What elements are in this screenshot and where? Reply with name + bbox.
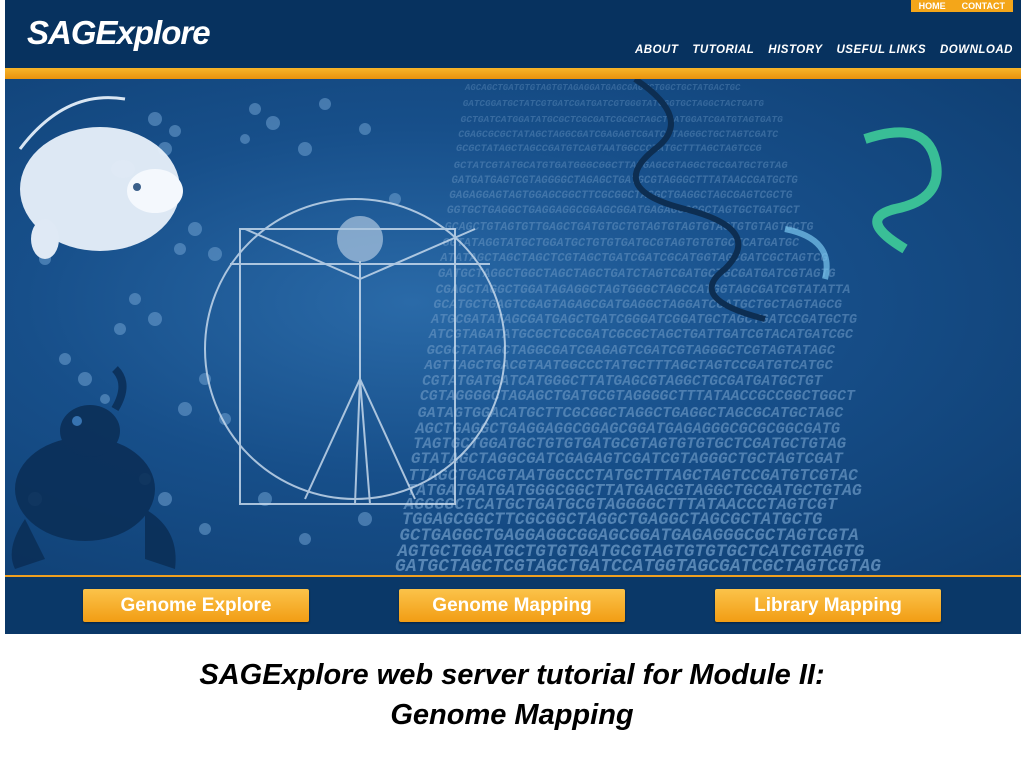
genome-mapping-button[interactable]: Genome Mapping: [399, 589, 625, 622]
genome-explore-button[interactable]: Genome Explore: [83, 589, 309, 622]
nav-tutorial[interactable]: TUTORIAL: [692, 44, 754, 56]
sagexplore-screenshot: SAGExplore HOME CONTACT ABOUT TUTORIAL H…: [5, 0, 1021, 634]
nav-useful-links[interactable]: USEFUL LINKS: [837, 44, 927, 56]
header-divider: [5, 68, 1021, 79]
caption-line-1: SAGExplore web server tutorial for Modul…: [199, 659, 825, 691]
vitruvian-man-illustration: [204, 198, 506, 505]
nav-history[interactable]: HISTORY: [768, 44, 822, 56]
top-links: HOME CONTACT: [910, 0, 1013, 12]
main-nav: ABOUT TUTORIAL HISTORY USEFUL LINKS DOWN…: [635, 44, 1013, 56]
site-header: SAGExplore HOME CONTACT ABOUT TUTORIAL H…: [5, 0, 1021, 68]
home-link[interactable]: HOME: [911, 0, 954, 12]
library-mapping-button[interactable]: Library Mapping: [715, 589, 941, 622]
dna-helix-illustration: [632, 79, 942, 322]
site-logo[interactable]: SAGExplore: [27, 14, 211, 52]
hero-illustration: [11, 79, 942, 569]
frog-illustration: [11, 366, 176, 569]
nav-about[interactable]: ABOUT: [635, 44, 678, 56]
nav-download[interactable]: DOWNLOAD: [940, 44, 1013, 56]
bottom-menu-bar: Genome Explore Genome Mapping Library Ma…: [5, 575, 1021, 634]
hero-banner: AGCAGCTGATGTGTAGTGTAGAGGATGAGCGAGTCTGGCT…: [5, 79, 1021, 575]
contact-link[interactable]: CONTACT: [954, 0, 1013, 12]
caption-line-2: Genome Mapping: [390, 699, 634, 731]
slide-caption: SAGExplore web server tutorial for Modul…: [0, 655, 1024, 735]
